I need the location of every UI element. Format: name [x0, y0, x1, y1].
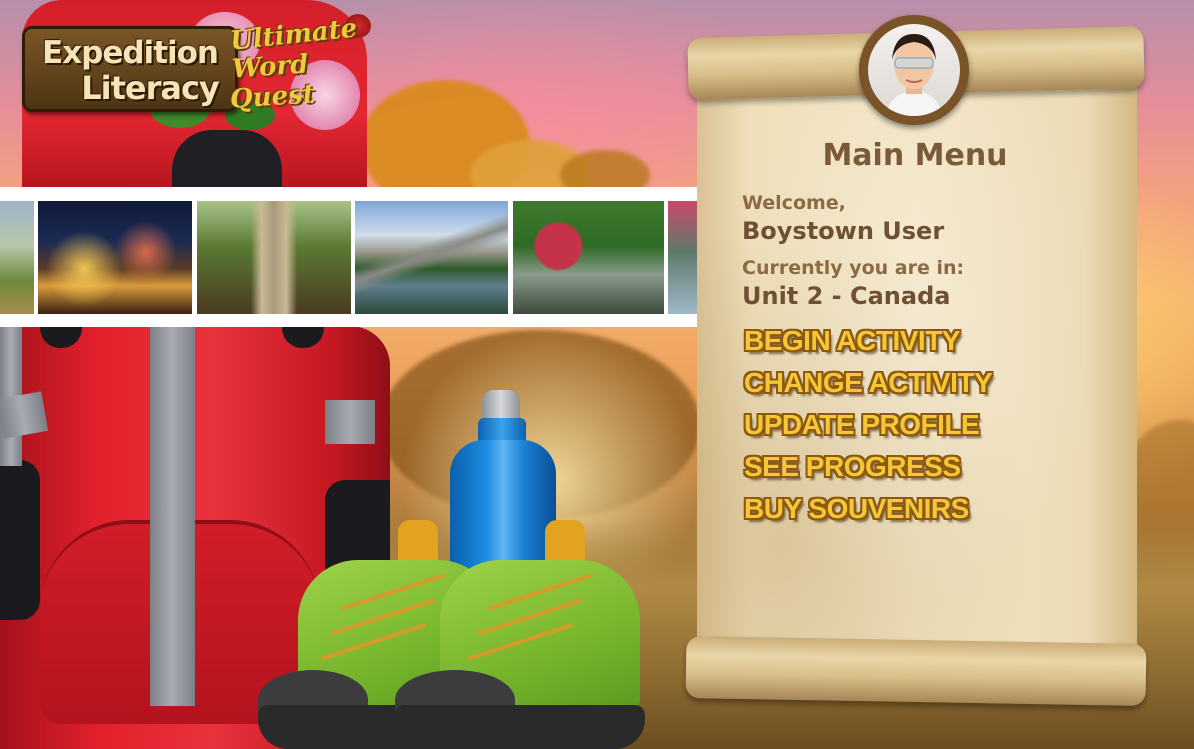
begin-activity-button[interactable]: BEGIN ACTIVITY: [744, 325, 960, 357]
avatar[interactable]: [868, 24, 960, 116]
backpack-strap: [150, 326, 195, 706]
logo-plaque: Expedition Literacy: [22, 26, 238, 112]
logo-subtitle-line3: Quest: [229, 79, 316, 115]
menu-title: Main Menu: [822, 138, 1008, 173]
update-profile-button[interactable]: UPDATE PROFILE: [744, 409, 980, 441]
city-night-photo: [38, 201, 192, 314]
lake-photo: [668, 201, 697, 314]
location-label: Currently you are in:: [742, 257, 965, 279]
backpack-strap: [0, 391, 49, 439]
welcome-label: Welcome,: [742, 192, 846, 214]
mountain-lake-photo: [355, 201, 508, 314]
hiking-boot-right: [395, 520, 650, 749]
scientist-avatar-icon: [886, 34, 942, 116]
scroll-bottom-roll: [685, 635, 1147, 707]
backpack-side: [0, 460, 40, 620]
user-name: Boystown User: [742, 217, 945, 245]
rope-bridge-photo: [197, 201, 351, 314]
location-value: Unit 2 - Canada: [742, 282, 951, 310]
grassland-photo: [0, 201, 34, 314]
backpack-flap: [172, 130, 282, 190]
photo-strip: [0, 187, 697, 327]
backpack-strap: [325, 400, 375, 444]
logo-title-line1: Expedition: [41, 35, 219, 71]
logo-title-line2: Literacy: [81, 69, 220, 107]
buy-souvenirs-button[interactable]: BUY SOUVENIRS: [744, 493, 969, 525]
japanese-garden-photo: [513, 201, 664, 314]
see-progress-button[interactable]: SEE PROGRESS: [744, 451, 961, 483]
change-activity-button[interactable]: CHANGE ACTIVITY: [744, 367, 993, 399]
boot-sole: [395, 705, 645, 749]
